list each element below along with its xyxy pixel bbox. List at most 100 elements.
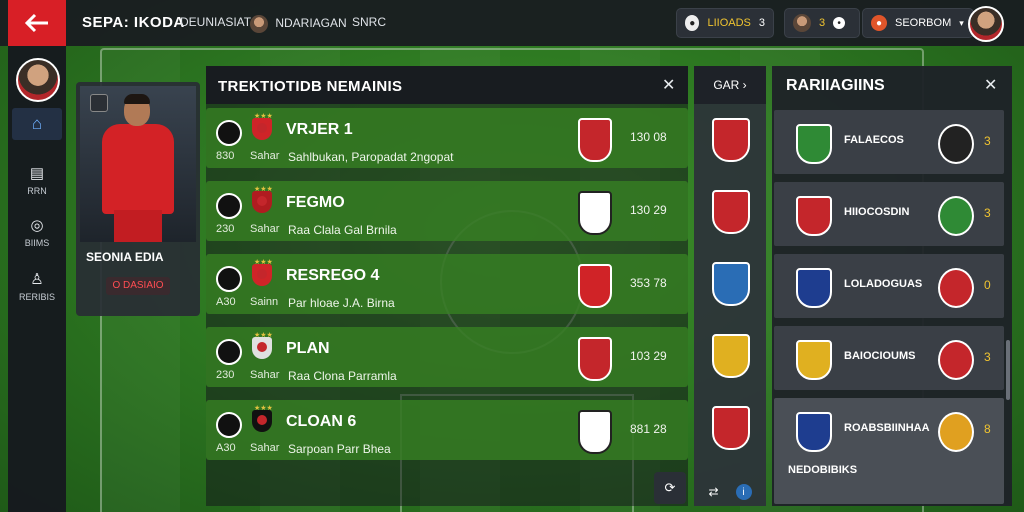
transfer-price: 353 78: [630, 276, 667, 290]
ranking-subtitle: NEDOBIBIKS: [788, 464, 858, 476]
club-pill[interactable]: ● SEORBOM ▾: [862, 8, 974, 38]
rankings-close-icon[interactable]: ✕: [984, 75, 997, 95]
swap-icon[interactable]: ⇄: [708, 485, 718, 499]
club-shield-icon[interactable]: [712, 406, 750, 450]
transfer-rating: 230: [216, 223, 235, 235]
transfer-row[interactable]: ★★★ RESREGO 4 A30 Sainn Par hloae J.A. B…: [206, 254, 688, 314]
back-button[interactable]: [8, 0, 66, 46]
sidebar-item-3[interactable]: ♙ RERIBIS: [8, 270, 66, 302]
team-badge-icon: [796, 412, 832, 452]
ranking-value: 3: [984, 134, 991, 148]
transfer-position: Sainn: [250, 296, 279, 308]
club-crest-icon: [252, 191, 272, 213]
club-shield-icon[interactable]: [712, 190, 750, 234]
rankings-title: RARIIAGIINS: [786, 77, 885, 94]
nav-item-2-label: NDARIAGAN: [275, 16, 347, 31]
ranking-row[interactable]: BAIOCIOUMS 3: [774, 326, 1004, 390]
opponent-badge-icon: [938, 340, 974, 380]
player-status-icon: [216, 193, 242, 219]
rankings-scrollbar[interactable]: [1006, 340, 1010, 400]
team-badge-icon: [796, 124, 832, 164]
info-icon[interactable]: i: [735, 484, 752, 500]
opponent-badge-icon: [938, 412, 974, 452]
top-bar: SEPA: IKODA DEUNIASIAT NDARIAGAN SNRC ● …: [0, 0, 1024, 46]
chevron-right-icon: ›: [742, 78, 747, 92]
sidebar-item-1[interactable]: ▤ RRN: [8, 164, 66, 196]
club-shield-icon[interactable]: [712, 262, 750, 306]
profile-avatar[interactable]: [968, 6, 1004, 42]
team-name: HIIOCOSDIN: [844, 206, 910, 218]
transfer-row[interactable]: ★★★ PLAN 230 Sahar Raa Clona Parramla 10…: [206, 327, 688, 387]
team-name: ROABSBIINHAA: [844, 422, 930, 434]
coins-pill[interactable]: ● LIIOADS 3: [676, 8, 774, 38]
user-avatar[interactable]: [16, 58, 60, 102]
manager-avatar-icon: [250, 15, 268, 33]
ranking-value: 3: [984, 350, 991, 364]
gems-pill[interactable]: 3 •: [784, 8, 860, 38]
back-arrow-icon: [24, 13, 48, 33]
gems-value: 3: [819, 17, 826, 29]
transfer-price: 130 08: [630, 130, 667, 144]
chevron-down-icon: ▾: [959, 17, 964, 28]
nav-item-2[interactable]: NDARIAGAN: [250, 15, 347, 33]
app-title: SEPA: IKODA: [82, 14, 185, 31]
team-name: LOLADOGUAS: [844, 278, 923, 290]
nav-item-1[interactable]: DEUNIASIAT: [180, 15, 251, 29]
close-icon[interactable]: ✕: [662, 75, 675, 95]
ranking-row[interactable]: HIIOCOSDIN 3: [774, 182, 1004, 246]
document-icon: ▤: [29, 165, 45, 182]
transfer-name: CLOAN 6: [286, 413, 357, 430]
sidebar-item-1-label: RRN: [27, 186, 47, 196]
ranking-row[interactable]: LOLADOGUAS 0: [774, 254, 1004, 318]
transfer-position: Sahar: [250, 150, 280, 162]
home-button[interactable]: ⌂: [12, 108, 62, 140]
transfer-name: RESREGO 4: [286, 267, 380, 284]
transfer-row[interactable]: ★★★ VRJER 1 830 Sahar Sahlbukan, Paropad…: [206, 108, 688, 168]
club-shield-icon[interactable]: [712, 118, 750, 162]
team-name: BAIOCIOUMS: [844, 350, 916, 362]
club-crest-icon: [252, 264, 272, 286]
team-name: FALAECOS: [844, 134, 904, 146]
rankings-header: RARIIAGIINS ✕: [772, 66, 1012, 104]
club-mini-badge-icon: [90, 94, 108, 112]
transfer-rating: A30: [216, 442, 236, 454]
sidebar-item-2-label: BIIMS: [24, 238, 50, 248]
transfer-panel: TREKTIOTIDB NEMAINIS ✕ ★★★ VRJER 1 830 S…: [206, 66, 688, 506]
team-badge-icon: [796, 196, 832, 236]
ranking-value: 3: [984, 206, 991, 220]
coin-icon: ●: [685, 15, 700, 31]
transfer-row[interactable]: ★★★ FEGMO 230 Sahar Raa Clala Gal Brnila…: [206, 181, 688, 241]
rankings-panel: RARIIAGIINS ✕ FALAECOS 3 HIIOCOSDIN 3 LO…: [772, 66, 1012, 506]
ranking-row[interactable]: ROABSBIINHAA 8 NEDOBIBIKS: [774, 398, 1004, 504]
add-icon: •: [833, 17, 846, 29]
club-shield-icon: [578, 191, 612, 235]
left-sidebar: ⌂ ▤ RRN ◎ BIIMS ♙ RERIBIS: [8, 46, 66, 512]
transfer-panel-title: TREKTIOTIDB NEMAINIS: [218, 78, 403, 95]
club-shield-icon: [578, 410, 612, 454]
club-shield-icon[interactable]: [712, 334, 750, 378]
refresh-icon: ⟳: [664, 480, 676, 495]
settings-button[interactable]: ⟳: [654, 472, 686, 504]
transfer-position: Sahar: [250, 369, 280, 381]
middle-footer: ⇄ i: [700, 480, 760, 504]
transfer-price: 130 29: [630, 203, 667, 217]
team-badge-icon: [796, 268, 832, 308]
coins-value: 3: [758, 17, 765, 29]
transfer-row[interactable]: ★★★ CLOAN 6 A30 Sahar Sarpoan Parr Bhea …: [206, 400, 688, 460]
ranking-row[interactable]: FALAECOS 3: [774, 110, 1004, 174]
club-filter-column: GAR › ⇄ i: [694, 66, 766, 506]
player-status-icon: [216, 339, 242, 365]
club-shield-icon: [578, 118, 612, 162]
club-badge-icon: ●: [871, 15, 887, 31]
sidebar-item-2[interactable]: ◎ BIIMS: [8, 216, 66, 248]
person-icon: ♙: [30, 271, 44, 288]
club-filter-header[interactable]: GAR ›: [694, 66, 766, 104]
nav-item-3[interactable]: SNRC: [352, 15, 386, 29]
friend-avatar-icon: [793, 14, 811, 32]
player-card[interactable]: SEONIA EDIA O DASIAIO: [76, 82, 200, 316]
opponent-badge-icon: [938, 268, 974, 308]
home-icon: ⌂: [31, 114, 43, 133]
transfer-description: Raa Clona Parramla: [288, 369, 397, 383]
club-filter-label: GAR: [713, 78, 740, 92]
transfer-description: Sarpoan Parr Bhea: [288, 442, 391, 456]
